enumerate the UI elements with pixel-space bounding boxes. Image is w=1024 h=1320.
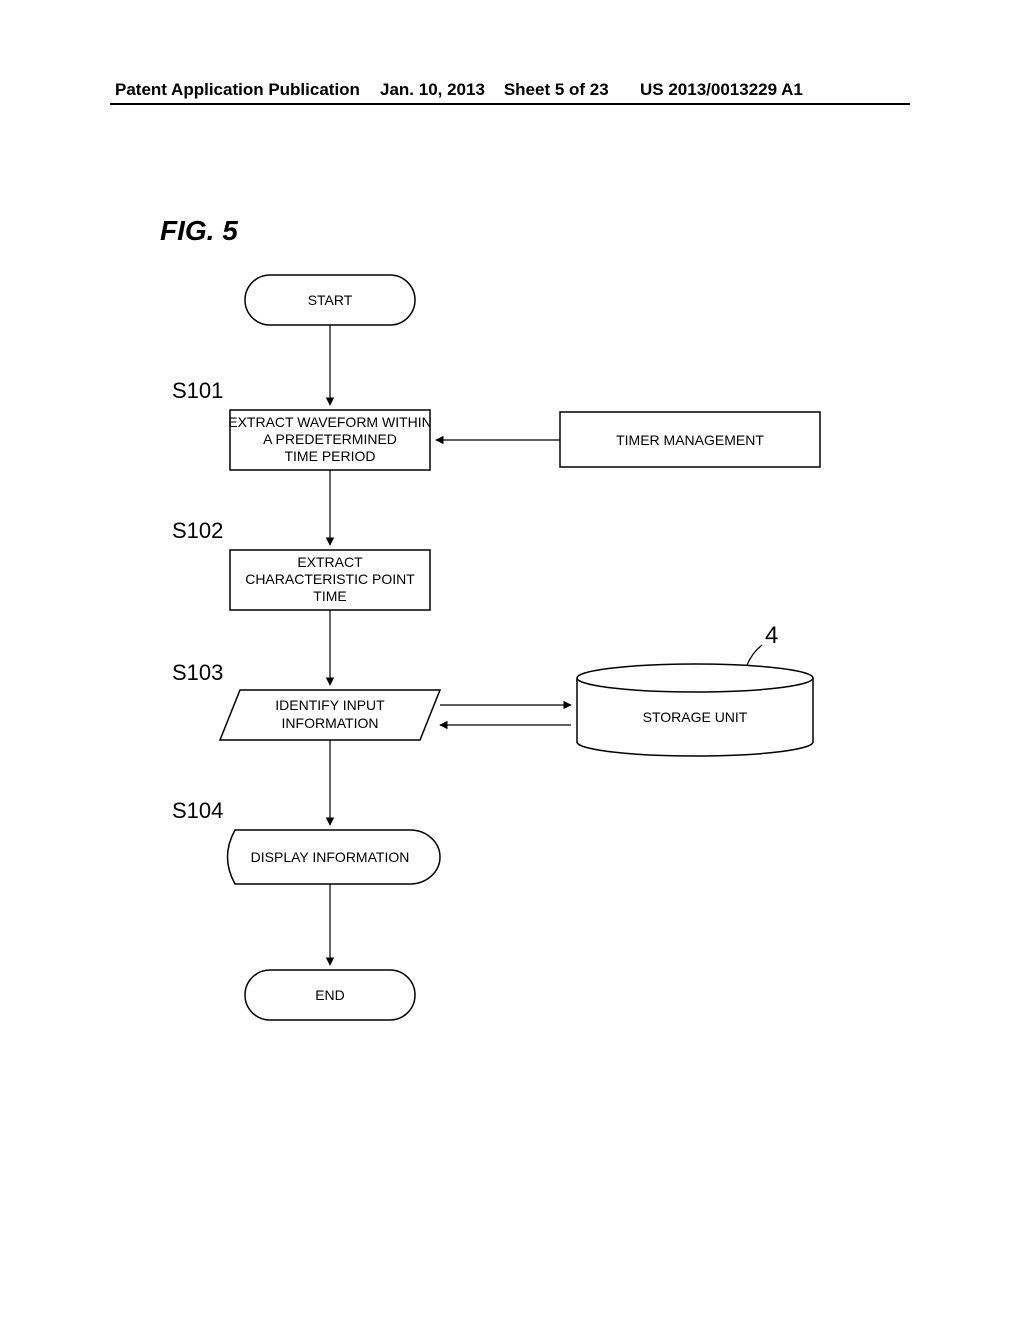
node-s102: EXTRACT CHARACTERISTIC POINT TIME: [230, 550, 430, 610]
node-s103-line2: INFORMATION: [282, 715, 379, 731]
node-end-text: END: [315, 987, 345, 1003]
node-storage-text: STORAGE UNIT: [643, 709, 748, 725]
header-left: Patent Application Publication: [115, 80, 360, 100]
node-end: END: [245, 970, 415, 1020]
node-s101: EXTRACT WAVEFORM WITHIN A PREDETERMINED …: [228, 410, 432, 470]
node-timer-text: TIMER MANAGEMENT: [616, 432, 764, 448]
node-s103-line1: IDENTIFY INPUT: [275, 697, 385, 713]
node-storage: STORAGE UNIT: [577, 664, 813, 756]
header-date-sheet: Jan. 10, 2013 Sheet 5 of 23: [380, 80, 609, 100]
node-start: START: [245, 275, 415, 325]
flowchart: START EXTRACT WAVEFORM WITHIN A PREDETER…: [140, 250, 900, 1070]
node-s103: IDENTIFY INPUT INFORMATION: [220, 690, 440, 740]
header-rule: [110, 103, 910, 105]
node-timer: TIMER MANAGEMENT: [560, 412, 820, 467]
node-s104: DISPLAY INFORMATION: [228, 830, 441, 884]
node-s101-line1: EXTRACT WAVEFORM WITHIN: [228, 414, 432, 430]
storage-ref-leader: [747, 645, 762, 665]
storage-ref-num: 4: [765, 622, 778, 649]
page: Patent Application Publication Jan. 10, …: [0, 0, 1024, 1320]
figure-label: FIG. 5: [160, 215, 238, 247]
node-s101-line2: A PREDETERMINED: [263, 431, 397, 447]
node-s102-line3: TIME: [313, 588, 346, 604]
node-s102-line1: EXTRACT: [297, 554, 363, 570]
node-s101-line3: TIME PERIOD: [284, 448, 375, 464]
header-pubno: US 2013/0013229 A1: [640, 80, 803, 100]
header-date: Jan. 10, 2013: [380, 80, 485, 99]
node-start-text: START: [308, 292, 353, 308]
node-s104-text: DISPLAY INFORMATION: [251, 849, 410, 865]
node-s102-line2: CHARACTERISTIC POINT: [245, 571, 415, 587]
header-sheet: Sheet 5 of 23: [504, 80, 609, 99]
